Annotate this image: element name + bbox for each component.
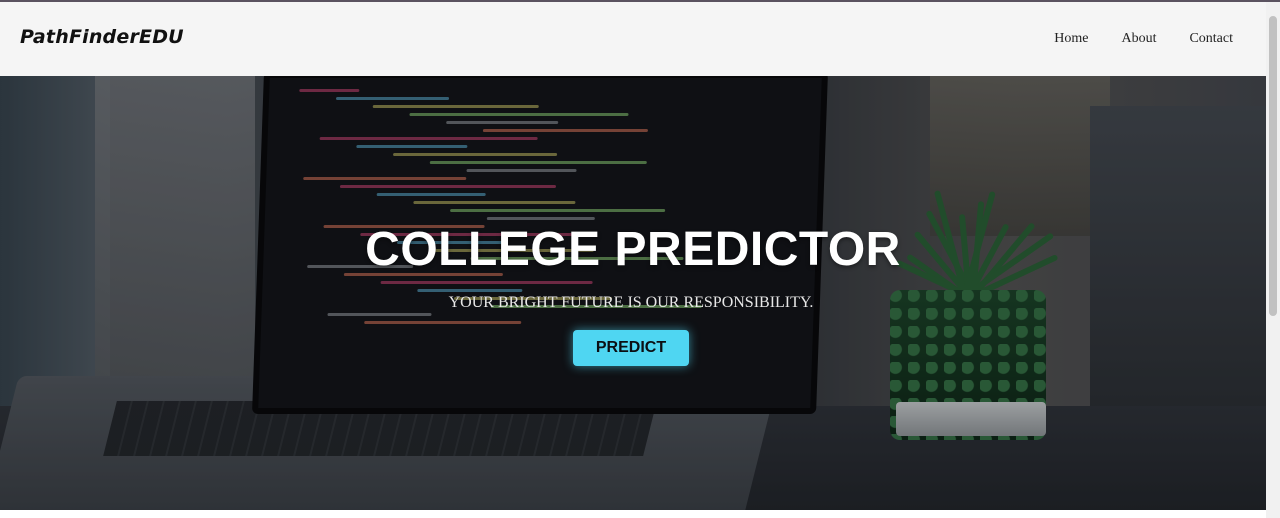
nav-link-contact[interactable]: Contact	[1189, 31, 1233, 47]
hero-overlay	[0, 76, 1266, 510]
nav-link-about[interactable]: About	[1121, 31, 1156, 47]
navbar: PathFinderEDU Home About Contact	[0, 2, 1266, 76]
brand-logo[interactable]: PathFinderEDU	[20, 26, 184, 48]
vertical-scrollbar[interactable]	[1266, 2, 1280, 518]
scrollbar-thumb[interactable]	[1269, 16, 1277, 316]
predict-button[interactable]: PREDICT	[573, 330, 689, 366]
hero-title: COLLEGE PREDICTOR	[365, 223, 901, 276]
hero-section: COLLEGE PREDICTOR YOUR BRIGHT FUTURE IS …	[0, 76, 1266, 510]
page-bottom	[0, 510, 1266, 518]
nav-links: Home About Contact	[1054, 31, 1233, 47]
hero-subtitle: YOUR BRIGHT FUTURE IS OUR RESPONSIBILITY…	[448, 294, 814, 311]
nav-link-home[interactable]: Home	[1054, 31, 1088, 47]
